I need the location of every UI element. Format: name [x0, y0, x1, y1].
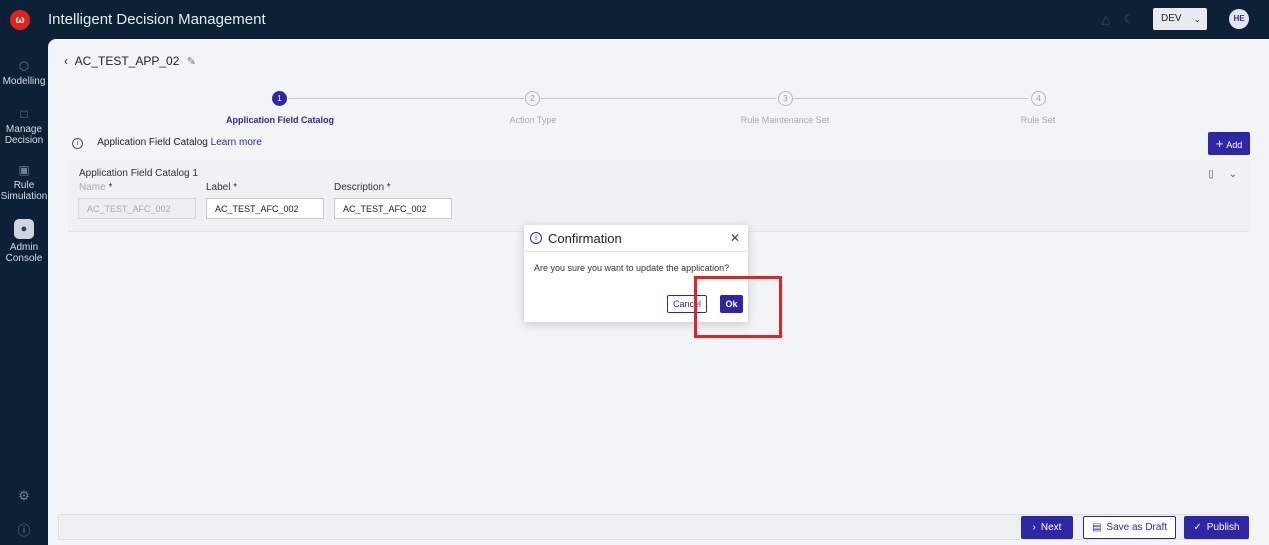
briefcase-icon: ▣: [18, 163, 30, 177]
sidebar-item-label: Console: [5, 253, 43, 264]
dialog-header: i Confirmation ✕: [524, 225, 748, 252]
chevron-right-icon: ›: [1032, 522, 1036, 533]
help-icon[interactable]: ⓘ: [16, 523, 32, 539]
check-circle-icon: ✓: [1193, 522, 1202, 533]
step-4-dot[interactable]: 4: [1031, 91, 1046, 106]
step-3-dot[interactable]: 3: [778, 91, 793, 106]
sidebar-item-label: Modelling: [2, 76, 46, 87]
sidebar-item-label: Admin: [9, 242, 39, 253]
catalog-card: Application Field Catalog 1 ▯ ⌄ Name * L…: [68, 160, 1249, 232]
top-bar: ω Intelligent Decision Management △ ☾ DE…: [0, 0, 1269, 39]
document-icon: □: [20, 107, 28, 121]
name-field[interactable]: [78, 198, 196, 219]
description-label: Description *: [334, 182, 391, 193]
card-title: Application Field Catalog 1: [79, 168, 198, 179]
step-3-label: Rule Maintenance Set: [740, 115, 830, 125]
step-1-label: Application Field Catalog: [225, 115, 335, 125]
info-icon: i: [72, 138, 83, 149]
moon-icon[interactable]: ☾: [1122, 12, 1136, 26]
sidebar-item-label: Decision: [4, 135, 44, 146]
trash-icon[interactable]: ▯: [1208, 169, 1214, 180]
sidebar-item-admin-console[interactable]: ● Admin Console: [0, 219, 48, 264]
card-actions: ▯ ⌄: [1196, 169, 1237, 180]
admin-icon: ●: [14, 219, 34, 239]
description-label-text: Description: [334, 182, 385, 193]
plus-icon: +: [1215, 136, 1224, 151]
breadcrumb: ‹ AC_TEST_APP_02 ✎: [64, 54, 200, 68]
info-icon: i: [530, 232, 542, 244]
step-connector: [792, 98, 1028, 99]
catalog-heading-row: i Application Field Catalog Learn more: [72, 137, 262, 149]
app-logo: ω: [10, 10, 30, 30]
sidebar-item-label: Rule: [13, 180, 35, 191]
step-2-label: Action Type: [509, 115, 557, 125]
step-4-label: Rule Set: [1020, 115, 1056, 125]
label-label-text: Label: [206, 182, 231, 193]
dialog-message: Are you sure you want to update the appl…: [534, 263, 730, 273]
gear-icon[interactable]: ⚙: [16, 488, 32, 504]
step-connector: [288, 98, 524, 99]
app-title: Intelligent Decision Management: [48, 11, 266, 28]
dialog-title: Confirmation: [548, 231, 622, 246]
learn-more-link[interactable]: Learn more: [211, 137, 262, 148]
step-connector: [540, 98, 776, 99]
add-button[interactable]: + Add: [1208, 132, 1250, 155]
sidebar-item-rule-simulation[interactable]: ▣ Rule Simulation: [0, 163, 48, 202]
chevron-down-icon: ⌄: [1193, 14, 1201, 24]
chevron-down-icon[interactable]: ⌄: [1229, 169, 1237, 180]
save-icon: ▤: [1091, 522, 1102, 533]
sidebar-item-label: Simulation: [0, 191, 48, 202]
pencil-icon[interactable]: ✎: [187, 56, 196, 68]
page-title: AC_TEST_APP_02: [74, 54, 180, 68]
close-icon[interactable]: ✕: [730, 231, 740, 245]
save-draft-button[interactable]: ▤ Save as Draft: [1083, 516, 1176, 539]
env-select[interactable]: DEV ⌄: [1153, 8, 1207, 30]
cube-icon: ⬡: [18, 59, 30, 73]
avatar[interactable]: HE: [1229, 9, 1249, 29]
publish-label: Publish: [1206, 522, 1240, 533]
step-2-dot[interactable]: 2: [525, 91, 540, 106]
sidebar-item-manage-decision[interactable]: □ Manage Decision: [0, 107, 48, 146]
label-label: Label *: [206, 182, 238, 193]
save-draft-label: Save as Draft: [1106, 522, 1168, 533]
env-value: DEV: [1161, 13, 1182, 24]
name-label-text: Name: [79, 182, 106, 193]
bell-icon[interactable]: △: [1099, 12, 1113, 26]
name-label: Name *: [79, 182, 112, 193]
sidebar-item-modelling[interactable]: ⬡ Modelling: [0, 59, 48, 87]
sidebar: ⬡ Modelling □ Manage Decision ▣ Rule Sim…: [0, 39, 48, 545]
sidebar-item-label: Manage: [5, 124, 43, 135]
step-1-dot[interactable]: 1: [272, 91, 287, 106]
catalog-heading: Application Field Catalog: [97, 137, 208, 148]
required-mark: *: [108, 182, 113, 193]
stepper: 1 2 3 4 Application Field Catalog Action…: [48, 91, 1269, 131]
highlight-box: [694, 276, 782, 338]
back-chevron-icon[interactable]: ‹: [64, 54, 68, 68]
description-field[interactable]: [334, 198, 452, 219]
next-label: Next: [1040, 522, 1062, 533]
label-field[interactable]: [206, 198, 324, 219]
publish-button[interactable]: ✓ Publish: [1184, 516, 1249, 539]
add-button-label: Add: [1226, 140, 1243, 150]
next-button[interactable]: › Next: [1021, 516, 1073, 539]
